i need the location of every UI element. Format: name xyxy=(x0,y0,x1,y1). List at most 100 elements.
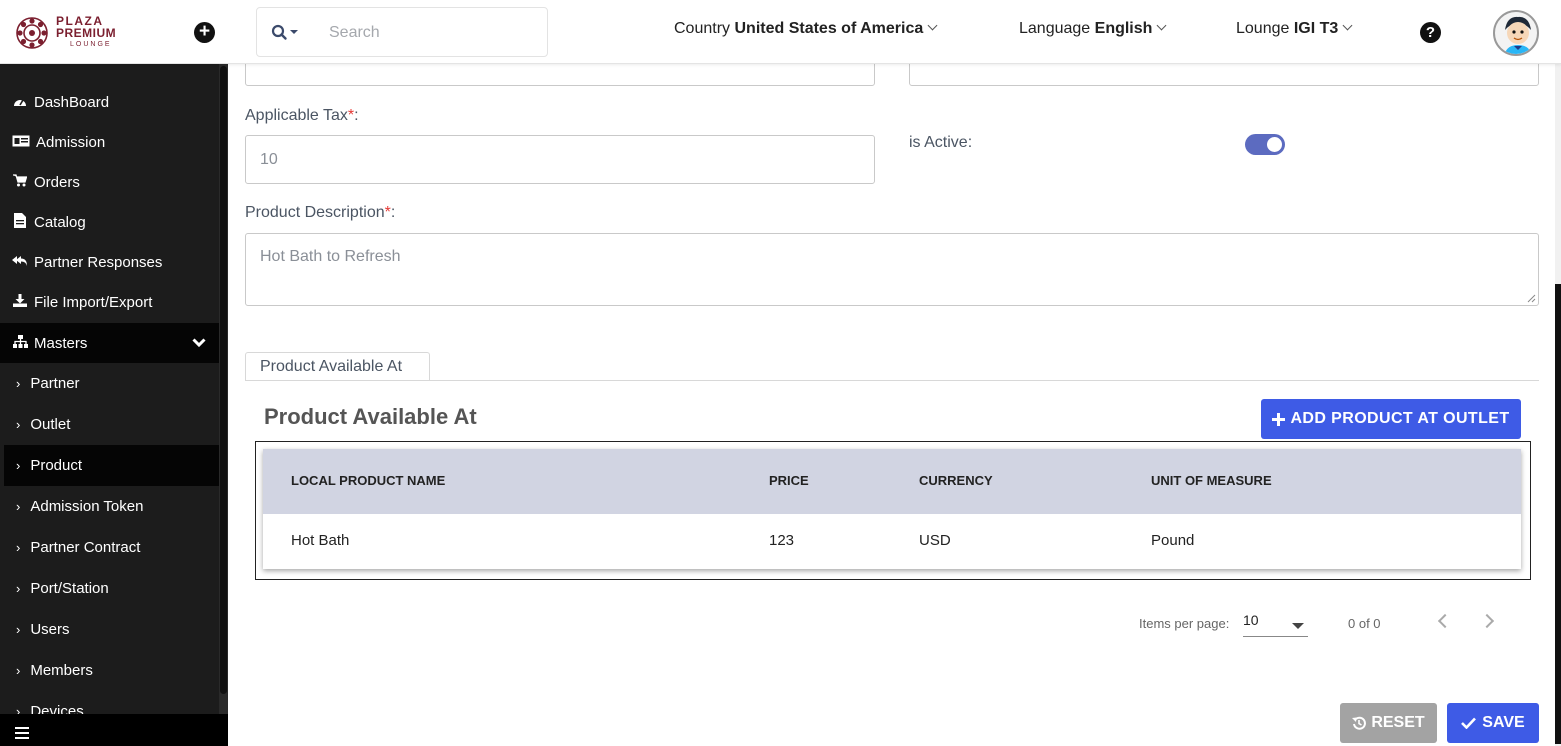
chevron-down-icon xyxy=(1342,20,1353,31)
reply-all-icon xyxy=(12,255,28,270)
main-scrollbar[interactable] xyxy=(1555,64,1561,746)
page-size-value: 10 xyxy=(1243,612,1259,628)
country-value: United States of America xyxy=(734,20,924,37)
sidebar-item-label: File Import/Export xyxy=(34,293,153,311)
sidebar-item-masters[interactable]: Masters xyxy=(0,323,219,363)
chevron-down-icon xyxy=(1156,20,1167,31)
reset-button[interactable]: RESET xyxy=(1340,703,1437,743)
lounge-label: Lounge xyxy=(1236,20,1290,37)
chevron-right-icon: › xyxy=(16,458,21,473)
column-header[interactable]: UNIT OF MEASURE xyxy=(1151,473,1272,488)
sidebar-item-orders[interactable]: Orders xyxy=(0,162,219,202)
chevron-down-icon xyxy=(192,335,206,352)
add-new-icon[interactable]: + xyxy=(194,22,215,43)
check-icon xyxy=(1461,717,1477,729)
tax-value: 10 xyxy=(260,151,278,168)
chevron-right-icon: › xyxy=(16,581,21,596)
cell-currency: USD xyxy=(919,532,951,549)
sidebar: DashBoard Admission Orders Catalog Partn… xyxy=(0,64,228,746)
chevron-right-icon: › xyxy=(16,663,21,678)
download-icon xyxy=(12,294,28,310)
sidebar-item-label: Orders xyxy=(34,173,80,191)
resize-handle-icon[interactable] xyxy=(1527,294,1536,303)
country-selector[interactable]: Country United States of America xyxy=(674,20,938,38)
top-bar: PLAZA PREMIUM LOUNGE + Country United St… xyxy=(0,0,1561,64)
cell-unit: Pound xyxy=(1151,532,1195,549)
logo-mark-icon xyxy=(16,17,48,49)
sidebar-item-outlet[interactable]: › Outlet xyxy=(0,404,219,445)
dropdown-arrow-icon xyxy=(1292,623,1304,629)
tax-label: Applicable Tax*: xyxy=(245,107,359,124)
sidebar-item-label: Admission Token xyxy=(30,498,144,515)
sidebar-item-product[interactable]: › Product xyxy=(4,445,219,486)
id-card-icon xyxy=(12,135,30,150)
chevron-down-icon xyxy=(927,20,938,31)
description-value: Hot Bath to Refresh xyxy=(260,248,401,265)
brand-line2: PREMIUM xyxy=(56,26,117,40)
tab-divider xyxy=(245,380,1539,381)
sidebar-scrollbar-thumb[interactable] xyxy=(220,66,227,694)
search-dropdown[interactable] xyxy=(271,23,305,43)
history-icon xyxy=(1352,716,1367,730)
description-textarea[interactable]: Hot Bath to Refresh xyxy=(245,233,1539,306)
sidebar-item-partner-contract[interactable]: › Partner Contract xyxy=(0,527,219,568)
cell-product-name: Hot Bath xyxy=(291,532,350,549)
sidebar-item-partner-responses[interactable]: Partner Responses xyxy=(0,242,219,282)
user-avatar-icon xyxy=(1504,16,1532,54)
sidebar-item-file-import-export[interactable]: File Import/Export xyxy=(0,282,219,322)
plus-icon xyxy=(1272,412,1286,426)
brand-name: PLAZA PREMIUM LOUNGE xyxy=(56,15,116,51)
tab-product-available-at[interactable]: Product Available At xyxy=(245,352,430,381)
language-value: English xyxy=(1094,20,1153,37)
cart-icon xyxy=(12,174,28,190)
outlet-table: LOCAL PRODUCT NAME PRICE CURRENCY UNIT O… xyxy=(263,449,1521,569)
add-product-at-outlet-button[interactable]: ADD PRODUCT AT OUTLET xyxy=(1261,399,1521,439)
help-icon[interactable]: ? xyxy=(1420,22,1441,43)
add-button-label: ADD PRODUCT AT OUTLET xyxy=(1290,410,1510,427)
sidebar-item-partner[interactable]: › Partner xyxy=(0,363,219,404)
dashboard-icon xyxy=(12,95,28,110)
hamburger-menu-icon[interactable] xyxy=(15,727,29,739)
sidebar-item-users[interactable]: › Users xyxy=(0,609,219,650)
items-per-page-label: Items per page: xyxy=(1139,616,1230,631)
sidebar-item-catalog[interactable]: Catalog xyxy=(0,202,219,242)
tax-field[interactable]: 10 xyxy=(245,135,875,184)
next-page-icon[interactable] xyxy=(1479,613,1495,629)
items-per-page-select[interactable]: 10 xyxy=(1243,612,1308,637)
chevron-right-icon: › xyxy=(16,622,21,637)
chevron-right-icon: › xyxy=(16,540,21,555)
save-label: SAVE xyxy=(1482,714,1525,731)
sidebar-item-label: DashBoard xyxy=(34,93,110,111)
sidebar-footer xyxy=(0,714,228,746)
prev-page-icon[interactable] xyxy=(1437,613,1453,629)
sidebar-item-port-station[interactable]: › Port/Station xyxy=(0,568,219,609)
column-header[interactable]: CURRENCY xyxy=(919,473,993,488)
cell-price: 123 xyxy=(769,532,795,549)
sidebar-item-label: Partner Responses xyxy=(34,253,163,271)
sidebar-item-label: Masters xyxy=(34,334,88,352)
column-header[interactable]: LOCAL PRODUCT NAME xyxy=(291,473,445,488)
sidebar-item-label: Outlet xyxy=(30,416,71,433)
avatar[interactable] xyxy=(1493,10,1539,56)
language-label: Language xyxy=(1019,20,1091,37)
chevron-right-icon: › xyxy=(16,499,21,514)
column-header[interactable]: PRICE xyxy=(769,473,809,488)
sidebar-item-dashboard[interactable]: DashBoard xyxy=(0,82,219,122)
section-title: Product Available At xyxy=(264,404,477,429)
sidebar-item-label: Product xyxy=(30,457,83,474)
save-button[interactable]: SAVE xyxy=(1447,703,1539,743)
sidebar-item-label: Users xyxy=(30,621,70,638)
sidebar-item-admission[interactable]: Admission xyxy=(0,122,219,162)
sidebar-item-label: Partner Contract xyxy=(30,539,141,556)
sidebar-item-label: Partner xyxy=(30,375,80,392)
search-icon xyxy=(271,24,298,40)
language-selector[interactable]: Language English xyxy=(1019,20,1167,38)
search-input[interactable] xyxy=(329,20,529,46)
is-active-toggle[interactable] xyxy=(1245,134,1285,155)
brand-line3: LOUNGE xyxy=(70,41,112,48)
brand-logo[interactable]: PLAZA PREMIUM LOUNGE xyxy=(14,14,144,52)
sidebar-item-admission-token[interactable]: › Admission Token xyxy=(0,486,219,527)
main-scrollbar-thumb[interactable] xyxy=(1555,284,1561,744)
lounge-selector[interactable]: Lounge IGI T3 xyxy=(1236,20,1353,38)
sidebar-item-members[interactable]: › Members xyxy=(0,650,219,691)
